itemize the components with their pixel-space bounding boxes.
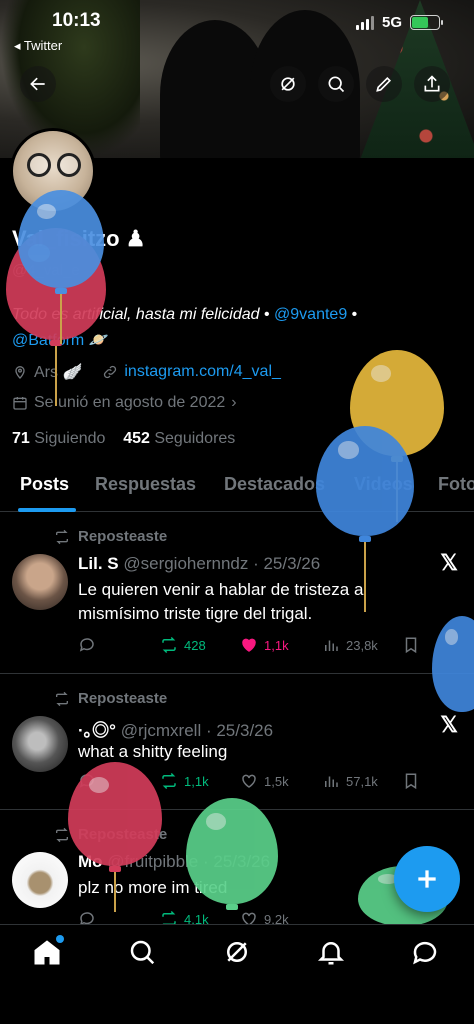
profile-tabs: Posts Respuestas Destacados Videos Fotos <box>0 470 474 512</box>
plus-icon <box>418 870 436 888</box>
profile-website[interactable]: instagram.com/4_val_ <box>124 363 281 381</box>
retweet-button[interactable]: 1,1k <box>160 772 209 790</box>
bookmark-icon <box>405 773 417 790</box>
bio-separator: • <box>259 306 275 323</box>
repost-icon <box>56 827 68 842</box>
network-label: 5G <box>381 14 402 31</box>
repost-label: Reposteaste <box>54 690 167 707</box>
grok-icon <box>281 77 295 91</box>
post-actions: 1,1k 1,5k 57,1k <box>78 772 448 796</box>
avatar[interactable] <box>12 716 68 772</box>
follow-stats: 71 Siguiendo 452 Seguidores <box>12 430 235 448</box>
profile-name: Val_fisitzo ♟ <box>12 226 146 251</box>
grok-button[interactable] <box>270 66 306 102</box>
share-button[interactable] <box>414 66 450 102</box>
followers-link[interactable]: 452 Seguidores <box>123 430 235 447</box>
bio-mention-2[interactable]: @Batform <box>12 332 84 349</box>
reply-icon <box>79 638 94 652</box>
avatar[interactable] <box>12 554 68 610</box>
signal-icon <box>355 15 374 30</box>
back-to-app[interactable]: ◂ Twitter <box>14 38 62 54</box>
bio-emoji: 🪐 <box>88 332 109 349</box>
like-button[interactable]: 1,1k <box>240 636 289 654</box>
post-text: plz no more im tired <box>78 878 228 897</box>
repost-label: Reposteaste <box>54 528 167 545</box>
nav-messages[interactable] <box>410 937 440 967</box>
bio-mention-1[interactable]: @9vante9 <box>274 306 347 323</box>
bookmark-button[interactable] <box>402 772 420 790</box>
location-icon <box>15 366 25 379</box>
repost-icon <box>162 636 176 654</box>
post-text: what a shitty feeling <box>78 742 228 761</box>
bio-separator-2: • <box>347 306 358 323</box>
nav-notifications[interactable] <box>316 937 346 967</box>
search-icon <box>328 76 345 93</box>
battery-icon <box>410 15 443 30</box>
tab-videos[interactable]: Videos <box>354 474 413 495</box>
status-bar: 10:13 ◂ Twitter 5G <box>0 10 474 53</box>
bookmark-icon <box>405 637 417 654</box>
bookmark-button[interactable] <box>402 636 420 654</box>
grok-icon <box>227 942 247 962</box>
views-button[interactable]: 23,8k <box>322 636 378 654</box>
notification-dot <box>56 935 64 943</box>
nav-search[interactable] <box>127 937 157 967</box>
bottom-navigation <box>0 924 474 1024</box>
messages-icon <box>413 941 437 965</box>
link-icon <box>104 365 117 379</box>
bio-quote: Todo es artificial, hasta mi felicidad <box>12 306 260 323</box>
nav-grok[interactable] <box>222 937 252 967</box>
profile-meta: Ars 🪽 instagram.com/4_val_ <box>12 362 281 382</box>
back-button[interactable] <box>20 66 56 102</box>
profile-bio: Todo es artificial, hasta mi felicidad •… <box>12 302 462 354</box>
post[interactable]: Reposteaste ·｡◎° @rjcmxrell · 25/3/26 𝕏 … <box>0 674 474 810</box>
edit-icon <box>376 76 392 92</box>
like-icon <box>242 638 256 652</box>
chevron-right-icon[interactable]: › <box>231 394 236 412</box>
repost-label: Reposteaste <box>54 826 167 843</box>
post-actions: 428 1,1k 23,8k <box>78 636 448 660</box>
tab-photos[interactable]: Fotos <box>438 474 474 495</box>
share-icon <box>424 75 440 92</box>
nav-home[interactable] <box>32 935 64 967</box>
profile-joined-row: Se unió en agosto de 2022 › <box>12 394 237 412</box>
tab-replies[interactable]: Respuestas <box>95 474 196 495</box>
reply-button[interactable] <box>78 636 96 654</box>
avatar[interactable] <box>12 852 68 908</box>
profile-handle: @4_val_e <box>12 262 80 279</box>
views-icon <box>325 640 338 651</box>
reply-icon <box>79 774 94 788</box>
profile-avatar[interactable] <box>10 128 96 214</box>
post-header: Lil. S @sergiohernndz · 25/3/26 <box>78 554 321 573</box>
views-icon <box>325 776 338 787</box>
edit-button[interactable] <box>366 66 402 102</box>
reply-button[interactable] <box>78 772 96 790</box>
x-logo-icon: 𝕏 <box>440 550 458 575</box>
compose-button[interactable] <box>394 846 460 912</box>
following-link[interactable]: 71 Siguiendo <box>12 430 105 447</box>
views-button[interactable]: 57,1k <box>322 772 378 790</box>
back-arrow-icon <box>30 77 45 91</box>
tab-posts[interactable]: Posts <box>20 474 69 495</box>
tab-highlights[interactable]: Destacados <box>224 474 325 495</box>
x-logo-icon: 𝕏 <box>440 712 458 737</box>
repost-icon <box>56 691 68 706</box>
search-button[interactable] <box>318 66 354 102</box>
calendar-icon <box>13 397 27 410</box>
search-icon <box>130 940 155 965</box>
like-button[interactable]: 1,5k <box>240 772 289 790</box>
status-time: 10:13 <box>52 10 101 31</box>
profile-location: Ars 🪽 <box>34 364 83 381</box>
post-header: Mo @fruitpibble · 25/3/26 <box>78 852 271 871</box>
notifications-icon <box>317 942 345 965</box>
post-text: Le quieren venir a hablar de tristeza al… <box>78 580 368 623</box>
like-icon <box>242 774 256 788</box>
retweet-button[interactable]: 428 <box>160 636 206 654</box>
profile-joined: Se unió en agosto de 2022 <box>34 394 226 411</box>
repost-icon <box>162 772 176 790</box>
repost-icon <box>56 529 68 544</box>
post[interactable]: Reposteaste Lil. S @sergiohernndz · 25/3… <box>0 512 474 674</box>
post-header: ·｡◎° @rjcmxrell · 25/3/26 <box>78 721 274 740</box>
